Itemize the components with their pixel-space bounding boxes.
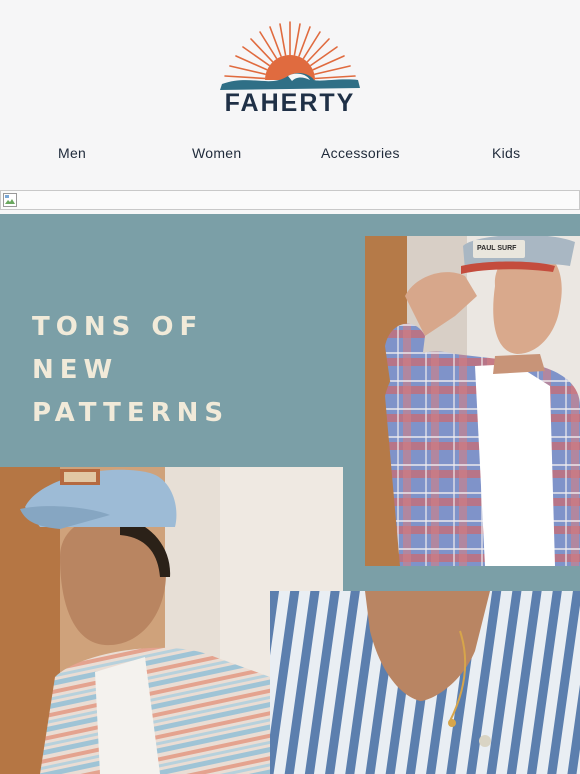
- hero-photo-striped-shirt-closeup[interactable]: [270, 591, 580, 774]
- nav-item-kids[interactable]: Kids: [492, 145, 520, 161]
- brand-wordmark: FAHERTY: [224, 89, 356, 117]
- email-header: FAHERTY Men Women Accessories Kids: [0, 0, 580, 190]
- sunburst-icon: [220, 21, 360, 90]
- nav-item-accessories[interactable]: Accessories: [321, 145, 400, 161]
- broken-banner-image[interactable]: [0, 190, 580, 210]
- nav-item-men[interactable]: Men: [58, 145, 86, 161]
- cap-patch-text: PAUL SURF: [477, 245, 517, 252]
- hero-headline: TONS OF NEW PATTERNS: [32, 312, 230, 428]
- hero-photo-plaid-shirt-man[interactable]: PAUL SURF: [365, 236, 580, 566]
- broken-image-icon: [3, 193, 17, 207]
- main-nav: Men Women Accessories Kids: [0, 145, 580, 167]
- hero-section[interactable]: TONS OF NEW PATTERNS PAUL SURF: [0, 214, 580, 774]
- nav-item-women[interactable]: Women: [192, 145, 241, 161]
- faherty-logo[interactable]: FAHERTY: [210, 18, 370, 120]
